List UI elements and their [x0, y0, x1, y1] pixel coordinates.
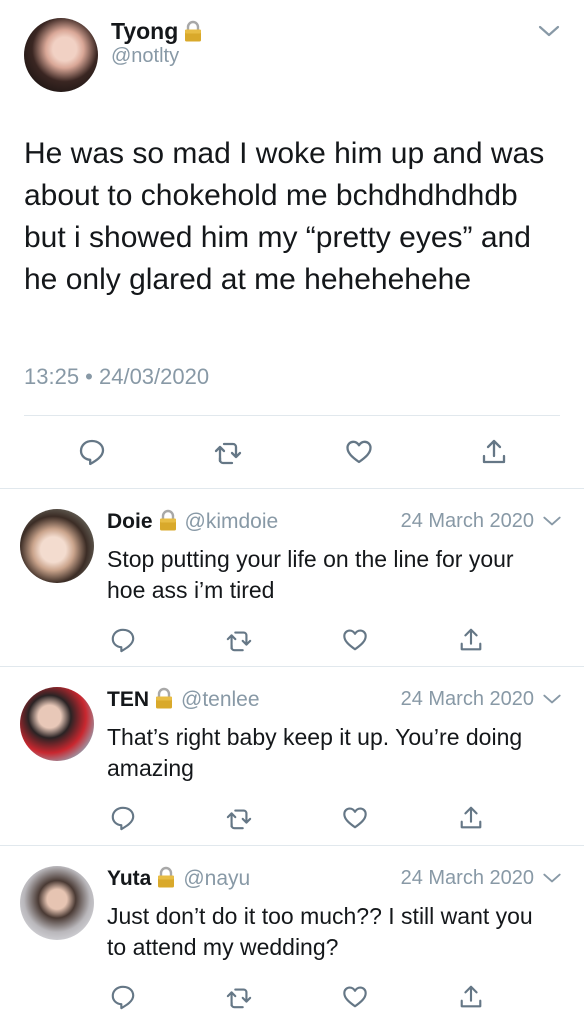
reply-author-handle[interactable]: @kimdoie	[185, 510, 279, 533]
avatar[interactable]	[20, 509, 94, 583]
reply-tweet[interactable]: Doie @kimdoie 24 March 2020 Stop putting …	[0, 488, 584, 666]
reply-author-name[interactable]: Yuta	[107, 867, 151, 890]
reply-text: Stop putting your life on the line for y…	[107, 546, 514, 603]
reply-text: Just don’t do it too much?? I still want…	[107, 903, 533, 960]
reply-author-row[interactable]: Yuta @nayu	[107, 866, 250, 891]
reply-icon[interactable]	[110, 805, 136, 831]
reply-author-handle[interactable]: @nayu	[183, 867, 250, 890]
reply-icon[interactable]	[110, 627, 136, 653]
author-name[interactable]: Tyong	[111, 18, 178, 44]
share-icon[interactable]	[458, 984, 484, 1010]
reply-date: 24 March 2020	[400, 510, 534, 532]
share-icon[interactable]	[480, 438, 508, 466]
reply-tweet[interactable]: Yuta @nayu 24 March 2020 Just don’t do it…	[0, 845, 584, 1023]
reply-tweet[interactable]: TEN @tenlee 24 March 2020 That’s right ba…	[0, 666, 584, 844]
chevron-down-icon[interactable]	[542, 515, 562, 527]
tweet-text: He was so mad I woke him up and was abou…	[24, 137, 545, 296]
lock-icon	[155, 687, 173, 709]
tweet-timestamp: 13:25 • 24/03/2020	[24, 364, 210, 389]
retweet-icon[interactable]	[226, 805, 252, 831]
avatar[interactable]	[20, 866, 94, 940]
chevron-down-icon[interactable]	[538, 24, 560, 38]
retweet-icon[interactable]	[214, 438, 242, 466]
reply-author-row[interactable]: TEN @tenlee	[107, 687, 260, 712]
reply-icon[interactable]	[110, 984, 136, 1010]
heart-icon[interactable]	[342, 984, 368, 1010]
heart-icon[interactable]	[345, 438, 373, 466]
share-icon[interactable]	[458, 805, 484, 831]
retweet-icon[interactable]	[226, 627, 252, 653]
main-tweet: Tyong @notlty He was so mad I woke him u…	[0, 0, 584, 486]
reply-icon[interactable]	[78, 438, 106, 466]
author-handle[interactable]: @notlty	[111, 45, 179, 67]
retweet-icon[interactable]	[226, 984, 252, 1010]
author-name-row[interactable]: Tyong	[111, 18, 202, 44]
reply-author-handle[interactable]: @tenlee	[181, 688, 260, 711]
avatar[interactable]	[20, 687, 94, 761]
chevron-down-icon[interactable]	[542, 693, 562, 705]
reply-author-name[interactable]: Doie	[107, 510, 153, 533]
lock-icon	[184, 20, 202, 42]
divider	[24, 415, 560, 416]
reply-date: 24 March 2020	[400, 688, 534, 710]
reply-date: 24 March 2020	[400, 867, 534, 889]
chevron-down-icon[interactable]	[542, 872, 562, 884]
lock-icon	[157, 866, 175, 888]
share-icon[interactable]	[458, 627, 484, 653]
reply-text: That’s right baby keep it up. You’re doi…	[107, 724, 523, 781]
reply-author-row[interactable]: Doie @kimdoie	[107, 509, 278, 534]
reply-author-name[interactable]: TEN	[107, 688, 149, 711]
heart-icon[interactable]	[342, 805, 368, 831]
lock-icon	[159, 509, 177, 531]
heart-icon[interactable]	[342, 627, 368, 653]
avatar[interactable]	[24, 18, 98, 92]
